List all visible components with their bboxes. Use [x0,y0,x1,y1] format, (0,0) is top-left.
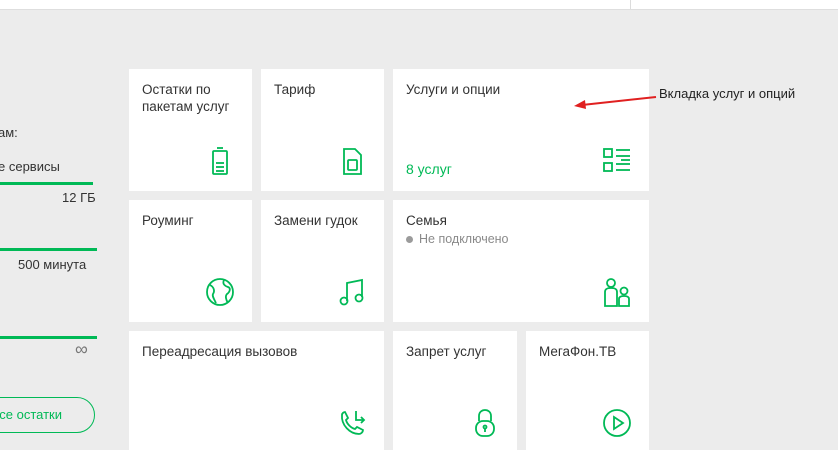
summary-heading: ам: [0,125,18,140]
tile-family-title: Семья [406,213,447,228]
status-dot-icon [406,235,413,243]
internet-progress-fill [0,182,93,185]
internet-progress-bar [0,182,93,185]
family-status: Не подключено [406,232,636,246]
tile-service-block[interactable]: Запрет услуг [393,331,517,450]
tile-roaming-title: Роуминг [142,213,194,228]
family-status-text: Не подключено [419,232,509,246]
list-icon [601,145,633,177]
minutes-progress-bar [0,248,97,251]
lock-icon [469,407,501,439]
services-count: 8 услуг [406,161,452,177]
tile-roaming[interactable]: Роуминг [129,200,252,322]
tile-tariff-title: Тариф [274,82,316,97]
summary-services-label: е сервисы [0,159,60,174]
phone-forward-icon [336,407,368,439]
infinity-value: ∞ [75,339,88,359]
minutes-value: 500 минута [18,257,87,272]
music-note-icon [336,276,368,308]
top-bar-divider [630,0,631,9]
internet-value: 12 ГБ [62,190,96,205]
tile-remains-title: Остатки по пакетам услуг [142,82,230,114]
tile-services-options[interactable]: Услуги и опции 8 услуг [393,69,649,191]
tile-remains[interactable]: Остатки по пакетам услуг [129,69,252,191]
minutes-progress-fill [0,248,97,251]
tile-megafon-tv[interactable]: МегаФон.ТВ [526,331,649,450]
all-remains-button[interactable]: се остатки [0,397,95,433]
tile-tv-title: МегаФон.ТВ [539,344,617,359]
family-icon [601,276,633,308]
tile-ringtone-title: Замени гудок [274,213,358,228]
tile-ringtone[interactable]: Замени гудок [261,200,384,322]
tile-tariff[interactable]: Тариф [261,69,384,191]
tile-block-title: Запрет услуг [406,344,487,359]
annotation-label: Вкладка услуг и опций [659,86,796,101]
tile-call-forwarding[interactable]: Переадресация вызовов [129,331,384,450]
remains-summary: ам: е сервисы › 12 ГБ 500 минута ∞ се ос… [0,0,120,450]
battery-icon [204,145,236,177]
play-icon [601,407,633,439]
tile-family[interactable]: Семья Не подключено [393,200,649,322]
globe-icon [204,276,236,308]
sim-card-icon [336,145,368,177]
top-bar [0,0,838,10]
tile-forwarding-title: Переадресация вызовов [142,344,298,359]
annotation-arrow-icon [574,96,657,109]
